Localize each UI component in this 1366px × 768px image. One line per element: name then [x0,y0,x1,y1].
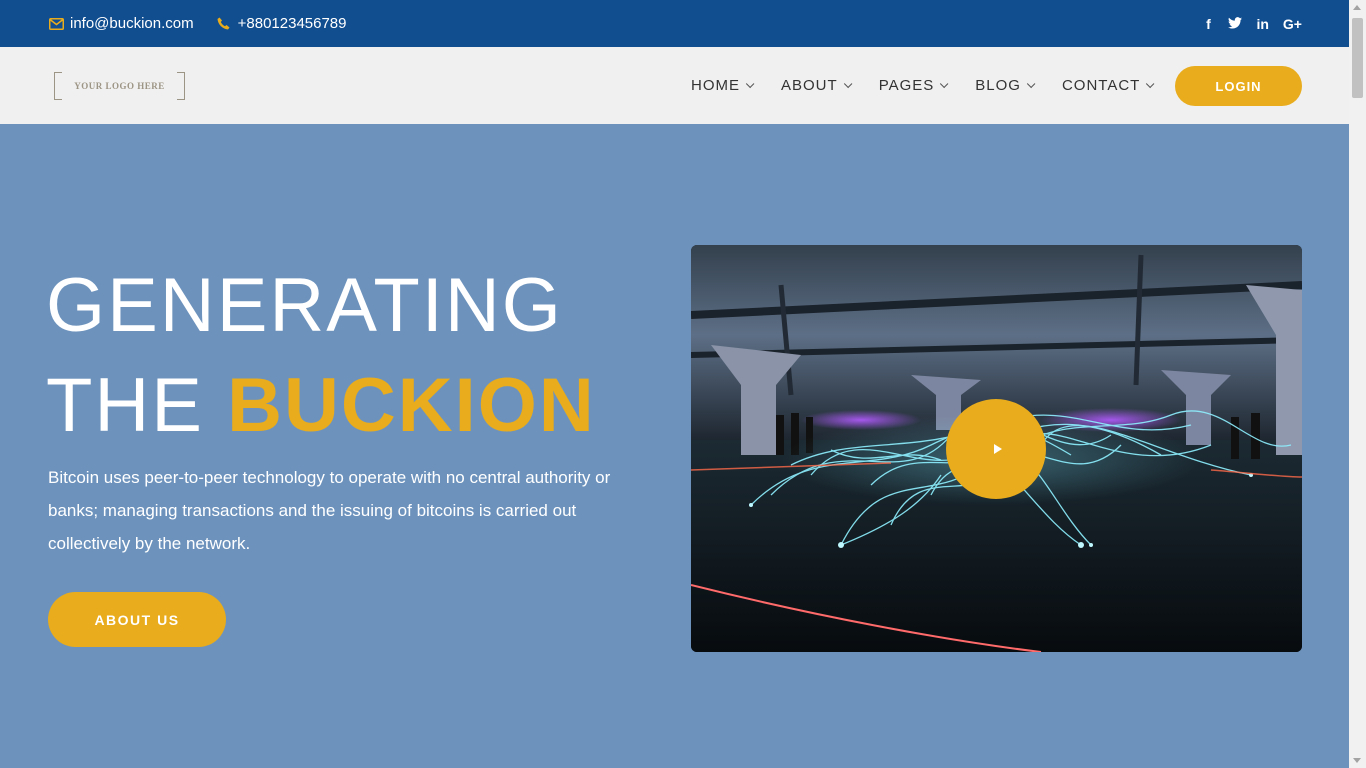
scrollbar-thumb[interactable] [1352,18,1363,98]
scroll-down-icon[interactable] [1353,758,1361,763]
logo-text: YOUR LOGO HERE [74,81,165,91]
google-plus-icon[interactable]: G+ [1283,16,1302,32]
hero-title: GENERATING THE BUCKION [46,256,596,456]
hero-title-prefix: THE [46,363,228,448]
phone-text: +880123456789 [237,15,347,32]
nav-item-blog[interactable]: BLOG [975,77,1036,94]
site-header: YOUR LOGO HERE HOME ABOUT PAGES BLOG CON… [0,47,1349,124]
logo-bracket-left [54,72,62,100]
hero-title-line1: GENERATING [46,263,563,348]
login-button[interactable]: LOGIN [1175,66,1302,106]
logo[interactable]: YOUR LOGO HERE [54,72,185,100]
twitter-icon[interactable] [1228,16,1243,32]
main-nav: HOME ABOUT PAGES BLOG CONTACT [691,47,1181,124]
email-link[interactable]: info@buckion.com [48,15,194,32]
nav-item-label: ABOUT [781,77,838,94]
chevron-down-icon [843,79,853,88]
envelope-icon [48,16,64,32]
chevron-down-icon [940,79,949,88]
facebook-icon[interactable]: f [1202,16,1214,32]
chevron-down-icon [1026,79,1036,88]
logo-bracket-right [177,72,185,100]
play-button[interactable] [946,399,1046,499]
chevron-down-icon [1146,79,1155,88]
nav-item-label: CONTACT [1061,77,1141,94]
nav-item-home[interactable]: HOME [691,77,755,94]
top-bar: info@buckion.com +880123456789 f in G+ [0,0,1349,47]
video-thumbnail[interactable] [691,245,1302,652]
nav-item-label: PAGES [878,77,935,94]
about-us-button[interactable]: ABOUT US [48,592,226,647]
nav-item-contact[interactable]: CONTACT [1061,77,1155,94]
phone-icon [216,16,232,32]
hero-description: Bitcoin uses peer-to-peer technology to … [48,468,611,553]
phone-link[interactable]: +880123456789 [216,15,347,32]
email-text: info@buckion.com [70,15,194,32]
nav-item-label: HOME [691,77,740,94]
nav-item-about[interactable]: ABOUT [781,77,853,94]
play-icon [993,444,1002,454]
page-scrollbar[interactable] [1349,0,1366,768]
hero-title-accent: BUCKION [227,363,596,448]
linkedin-icon[interactable]: in [1256,16,1268,32]
chevron-down-icon [745,79,755,88]
contact-info: info@buckion.com +880123456789 [48,0,369,47]
nav-item-label: BLOG [975,77,1021,94]
hero-title-line2: THE BUCKION [46,356,596,456]
nav-item-pages[interactable]: PAGES [878,77,949,94]
social-links: f in G+ [1202,0,1302,47]
scroll-up-icon[interactable] [1353,5,1361,10]
